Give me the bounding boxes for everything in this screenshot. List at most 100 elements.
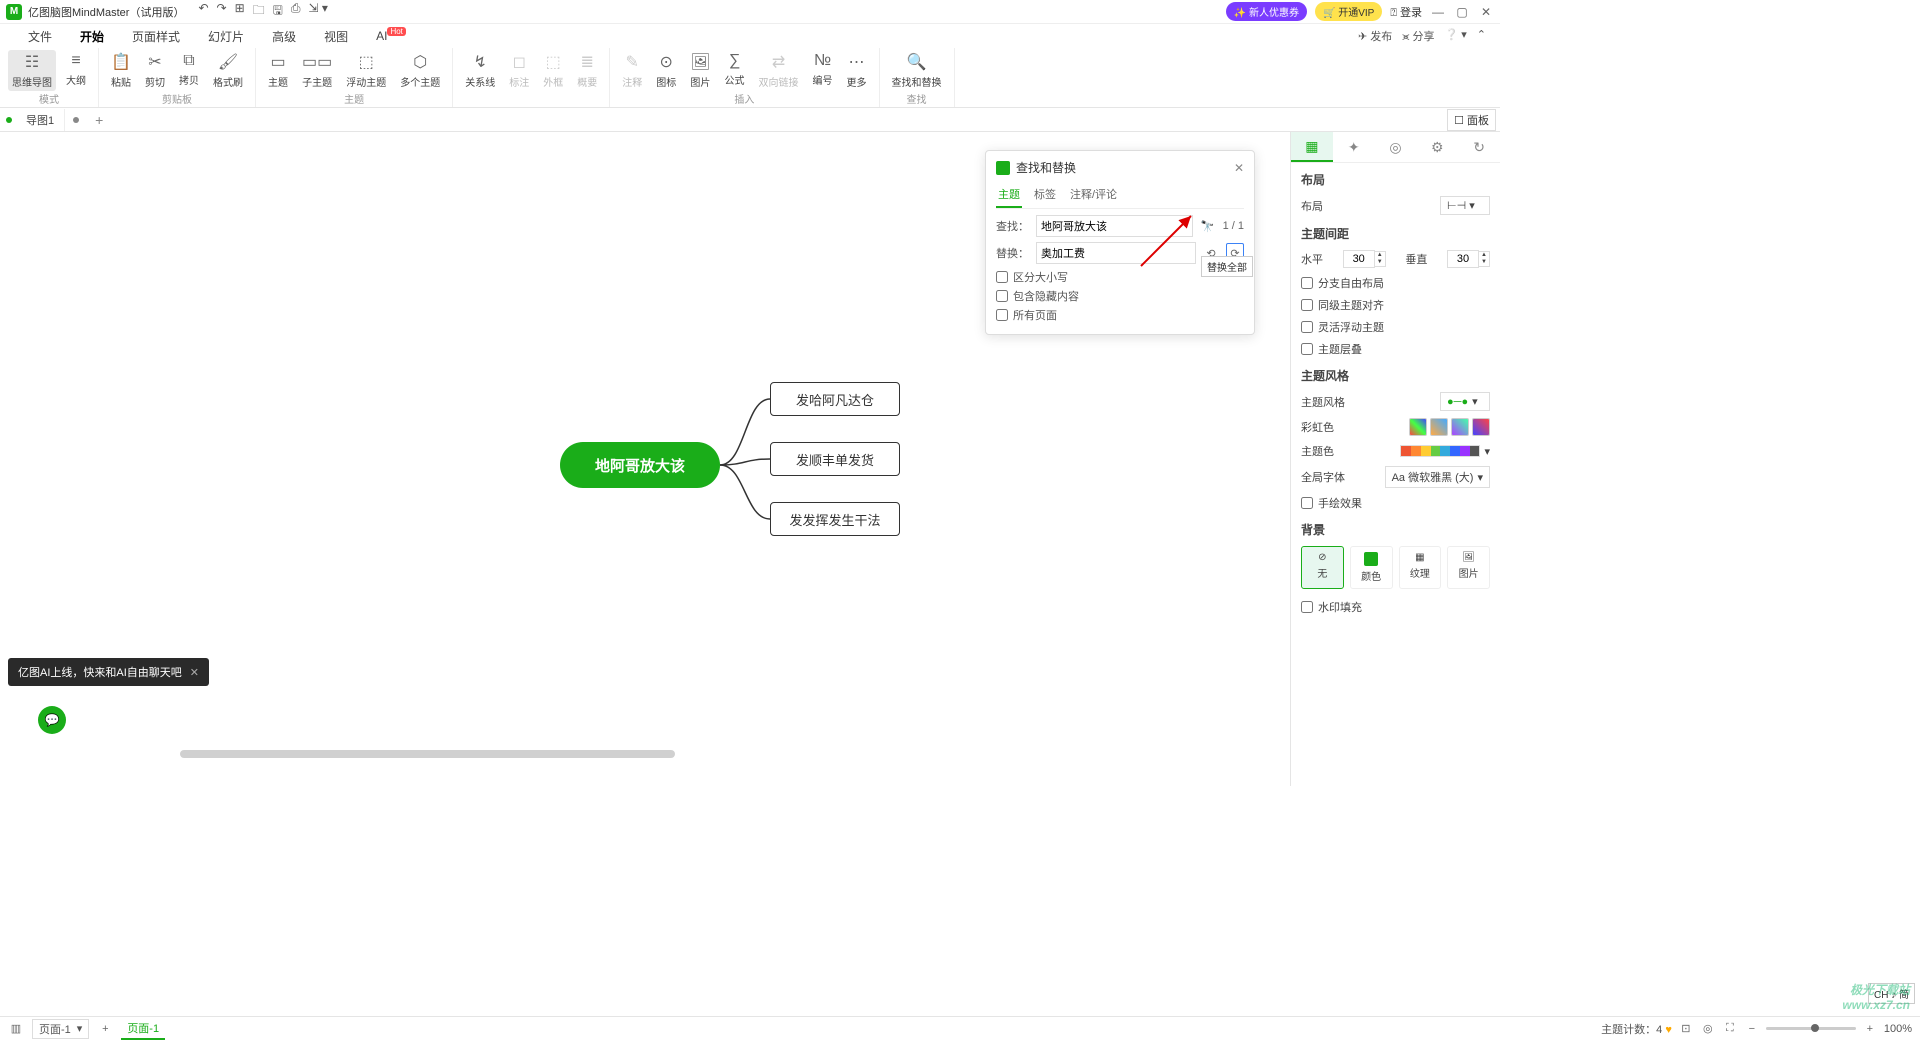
- fit-icon[interactable]: ⊡: [1678, 1022, 1694, 1035]
- style-select[interactable]: ●─● ▾: [1440, 392, 1490, 411]
- ribbon-btn-1-3[interactable]: 🖌格式刷: [209, 50, 247, 91]
- add-page-button[interactable]: +: [97, 1023, 113, 1035]
- chk-watermark[interactable]: [1301, 601, 1313, 613]
- find-tab-tag[interactable]: 标签: [1032, 182, 1058, 208]
- child-topic-1[interactable]: 发哈阿凡达仓: [770, 382, 900, 416]
- ribbon-btn-5-0[interactable]: 🔍查找和替换: [888, 50, 946, 91]
- swatch-4[interactable]: [1472, 418, 1490, 436]
- print-icon[interactable]: ⎙: [291, 1, 301, 22]
- canvas[interactable]: 地阿哥放大该 发哈阿凡达仓 发顺丰单发货 发发挥发生干法 查找和替换 ✕ 主题 …: [0, 132, 1290, 786]
- zoom-in-icon[interactable]: +: [1862, 1023, 1878, 1035]
- vip-badge[interactable]: 🛒 开通VIP: [1315, 2, 1382, 21]
- close-icon[interactable]: ✕: [1478, 5, 1494, 19]
- panel-tab-layout[interactable]: ▦: [1291, 132, 1333, 162]
- child-topic-2[interactable]: 发顺丰单发货: [770, 442, 900, 476]
- h-up[interactable]: ▲: [1375, 252, 1385, 259]
- v-spacing-input[interactable]: [1447, 250, 1479, 268]
- menu-start[interactable]: 开始: [66, 25, 118, 48]
- panel-toggle[interactable]: ☐ 面板: [1447, 109, 1496, 131]
- ribbon-btn-2-3[interactable]: ⬡多个主题: [396, 50, 444, 91]
- fullscreen-icon[interactable]: ⛶: [1722, 1022, 1738, 1035]
- v-up[interactable]: ▲: [1479, 252, 1489, 259]
- menu-page-style[interactable]: 页面样式: [118, 25, 194, 48]
- ribbon-btn-4-1[interactable]: ⊙图标: [652, 50, 680, 91]
- panel-tab-icon[interactable]: ◎: [1375, 132, 1417, 162]
- color-more-icon[interactable]: ▾: [1484, 445, 1490, 458]
- h-spacing-input[interactable]: [1343, 250, 1375, 268]
- chk-hand[interactable]: [1301, 497, 1313, 509]
- menu-slides[interactable]: 幻灯片: [194, 25, 258, 48]
- publish-button[interactable]: ✈ 发布: [1358, 28, 1392, 44]
- redo-icon[interactable]: ↷: [217, 1, 227, 22]
- ribbon-btn-2-0[interactable]: ▭主题: [264, 50, 292, 91]
- save-icon[interactable]: 🖫: [273, 1, 283, 22]
- ribbon-btn-4-6[interactable]: ⋯更多: [843, 50, 871, 91]
- new-user-badge[interactable]: ✨ 新人优惠券: [1226, 2, 1307, 21]
- ai-toast-close-icon[interactable]: ✕: [190, 666, 199, 679]
- find-binoculars-icon[interactable]: 🔭: [1199, 216, 1217, 236]
- minimize-icon[interactable]: —: [1430, 5, 1446, 19]
- menu-ai[interactable]: AIHot: [362, 26, 420, 46]
- new-icon[interactable]: ⊞: [235, 1, 245, 22]
- zoom-slider[interactable]: [1766, 1027, 1856, 1030]
- menu-advanced[interactable]: 高级: [258, 25, 310, 48]
- chk-align[interactable]: [1301, 299, 1313, 311]
- panel-tab-history[interactable]: ↻: [1458, 132, 1500, 162]
- find-input[interactable]: [1036, 215, 1193, 237]
- maximize-icon[interactable]: ▢: [1454, 5, 1470, 19]
- share-button[interactable]: ⪤ 分享: [1402, 28, 1434, 44]
- chk-hidden[interactable]: [996, 290, 1008, 302]
- tab-doc1[interactable]: 导图1: [16, 109, 65, 131]
- center-icon[interactable]: ◎: [1700, 1022, 1716, 1035]
- panel-tab-style[interactable]: ✦: [1333, 132, 1375, 162]
- collapse-ribbon-icon[interactable]: ⌃: [1477, 28, 1486, 44]
- layout-select[interactable]: ⊢⊣ ▾: [1440, 196, 1490, 215]
- ribbon-btn-4-3[interactable]: ∑公式: [721, 50, 749, 89]
- swatch-2[interactable]: [1430, 418, 1448, 436]
- find-tab-topic[interactable]: 主题: [996, 182, 1022, 208]
- h-dn[interactable]: ▼: [1375, 259, 1385, 266]
- bg-none[interactable]: ⊘无: [1301, 546, 1344, 589]
- menu-view[interactable]: 视图: [310, 25, 362, 48]
- v-dn[interactable]: ▼: [1479, 259, 1489, 266]
- chk-allpages[interactable]: [996, 309, 1008, 321]
- chk-case[interactable]: [996, 271, 1008, 283]
- ribbon-btn-3-0[interactable]: ↯关系线: [461, 50, 499, 91]
- login-button[interactable]: ⍰ 登录: [1390, 4, 1422, 20]
- chk-layer[interactable]: [1301, 343, 1313, 355]
- horizontal-scrollbar[interactable]: [180, 750, 1080, 760]
- export-icon[interactable]: ⇲ ▾: [309, 1, 328, 22]
- ai-fab-button[interactable]: 💬: [38, 706, 66, 734]
- ribbon-btn-1-2[interactable]: ⧉拷贝: [175, 50, 203, 89]
- page-select[interactable]: 页面-1 ▾: [32, 1019, 89, 1039]
- chk-free-layout[interactable]: [1301, 277, 1313, 289]
- panel-tab-settings[interactable]: ⚙: [1416, 132, 1458, 162]
- add-tab-button[interactable]: +: [87, 112, 111, 128]
- ribbon-btn-0-1[interactable]: ≡大纲: [62, 50, 90, 89]
- bg-image[interactable]: 🖼图片: [1447, 546, 1490, 589]
- theme-color-bar[interactable]: [1400, 445, 1480, 457]
- ribbon-btn-4-2[interactable]: 🖼图片: [686, 50, 714, 91]
- find-tab-note[interactable]: 注释/评论: [1068, 182, 1119, 208]
- chk-float[interactable]: [1301, 321, 1313, 333]
- ribbon-btn-2-1[interactable]: ▭▭子主题: [298, 50, 336, 91]
- open-icon[interactable]: 🗀: [253, 1, 265, 22]
- dialog-close-icon[interactable]: ✕: [1234, 161, 1244, 175]
- ribbon-btn-1-1[interactable]: ✂剪切: [141, 50, 169, 91]
- ribbon-btn-0-0[interactable]: ☷思维导图: [8, 50, 56, 91]
- pages-icon[interactable]: ▥: [8, 1022, 24, 1035]
- undo-icon[interactable]: ↶: [198, 1, 208, 22]
- ribbon-btn-4-5[interactable]: №编号: [809, 50, 837, 89]
- ribbon-btn-2-2[interactable]: ⬚浮动主题: [342, 50, 390, 91]
- replace-input[interactable]: [1036, 242, 1196, 264]
- page-tab[interactable]: 页面-1: [121, 1018, 165, 1040]
- child-topic-3[interactable]: 发发挥发生干法: [770, 502, 900, 536]
- font-select[interactable]: Aa 微软雅黑 (大) ▾: [1385, 466, 1490, 488]
- menu-file[interactable]: 文件: [14, 25, 66, 48]
- swatch-1[interactable]: [1409, 418, 1427, 436]
- zoom-out-icon[interactable]: −: [1744, 1023, 1760, 1035]
- swatch-3[interactable]: [1451, 418, 1469, 436]
- central-topic[interactable]: 地阿哥放大该: [560, 442, 720, 488]
- bg-texture[interactable]: ▦纹理: [1399, 546, 1442, 589]
- help-icon[interactable]: ❔ ▾: [1445, 28, 1467, 44]
